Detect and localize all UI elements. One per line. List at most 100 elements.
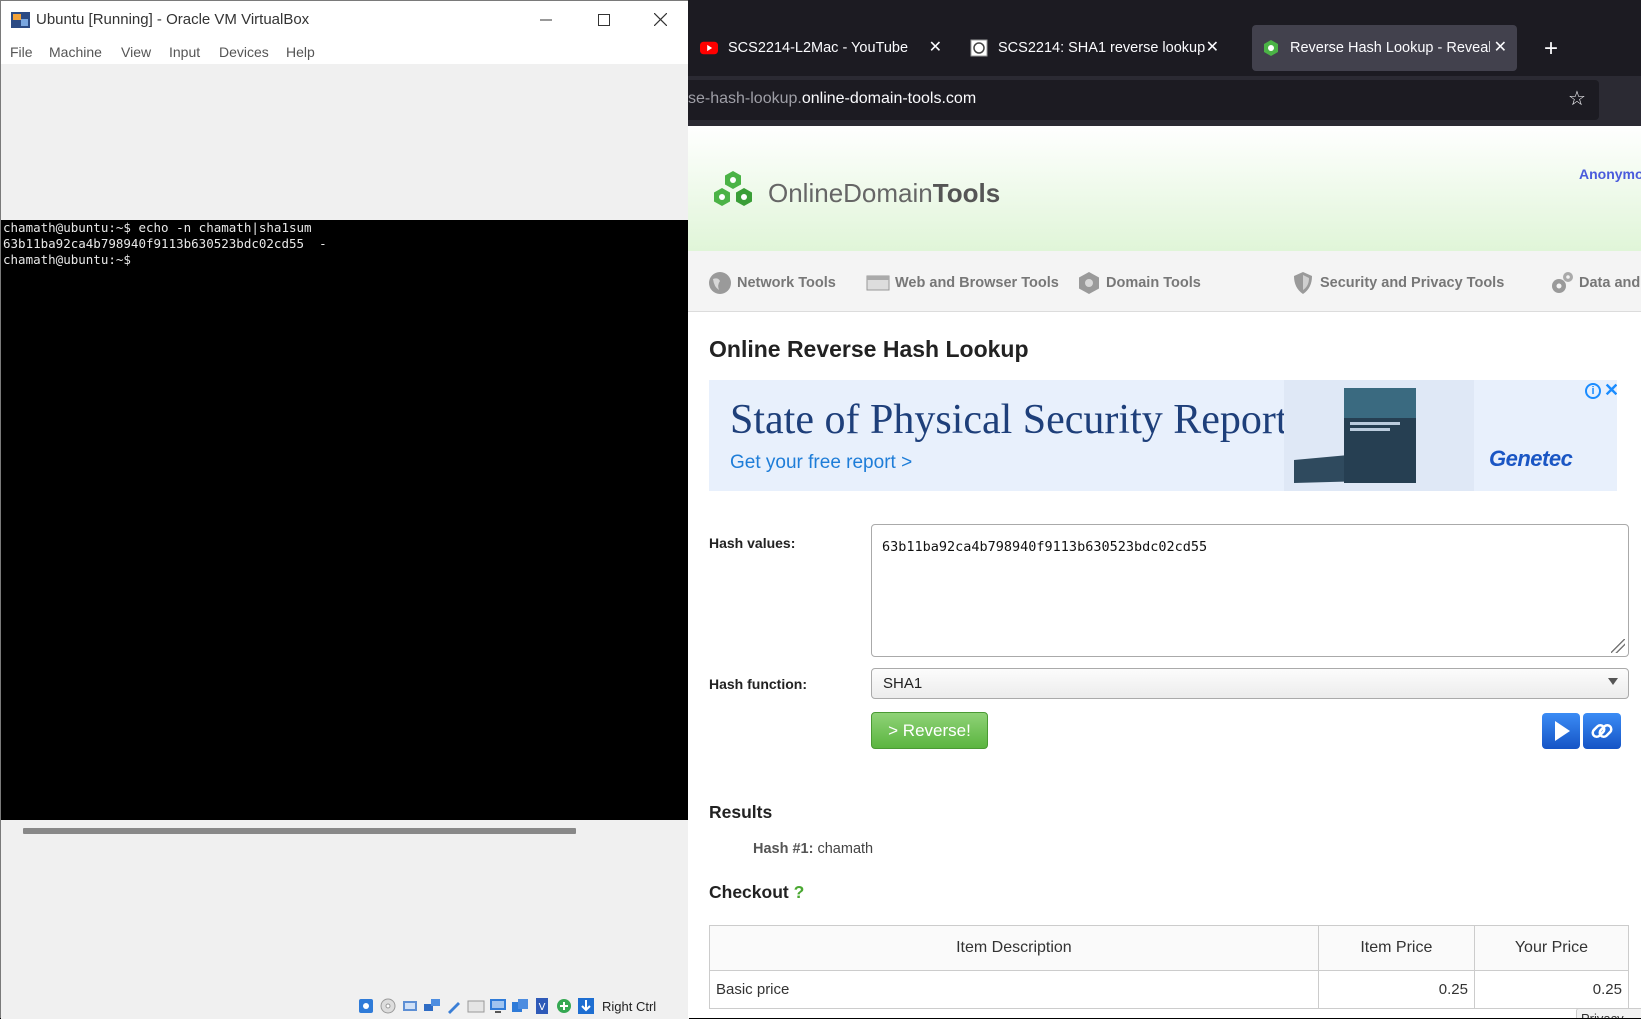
web-page: OnlineDomainTools Anonymo Network Tools … bbox=[688, 126, 1641, 1018]
result-row: Hash #1: chamath bbox=[753, 841, 873, 857]
nav-domain-tools[interactable]: Domain Tools bbox=[1077, 271, 1201, 295]
vm-terminal[interactable]: chamath@ubuntu:~$ echo -n chamath|sha1su… bbox=[1, 220, 689, 820]
minimize-button[interactable] bbox=[517, 1, 575, 38]
play-icon bbox=[1555, 721, 1570, 741]
nav-security-privacy-tools[interactable]: Security and Privacy Tools bbox=[1291, 271, 1504, 295]
nav-web-browser-tools[interactable]: Web and Browser Tools bbox=[866, 271, 1059, 295]
tab-reverse-hash-lookup[interactable]: Reverse Hash Lookup - Reveal p ✕ bbox=[1252, 25, 1517, 71]
site-navigation: Network Tools Web and Browser Tools Doma… bbox=[688, 251, 1641, 312]
menu-input[interactable]: Input bbox=[169, 44, 200, 60]
new-tab-plus-icon[interactable]: + bbox=[1544, 35, 1558, 63]
tab-scs2214-sha1[interactable]: SCS2214: SHA1 reverse lookup ✕ bbox=[966, 25, 1229, 71]
shared-folders-icon[interactable] bbox=[466, 996, 486, 1016]
nav-label: Security and Privacy Tools bbox=[1320, 275, 1505, 291]
keyboard-capture-icon[interactable] bbox=[576, 996, 596, 1016]
checkout-heading: Checkout ? bbox=[709, 882, 804, 903]
column-header-your-price: Your Price bbox=[1473, 925, 1630, 971]
ucsc-icon bbox=[970, 39, 988, 57]
hash-values-text: 63b11ba92ca4b798940f9113b630523bdc02cd55 bbox=[882, 539, 1208, 555]
hash-function-select[interactable]: SHA1 bbox=[871, 668, 1629, 699]
permalink-button[interactable] bbox=[1583, 713, 1621, 749]
hash-values-textarea[interactable]: 63b11ba92ca4b798940f9113b630523bdc02cd55 bbox=[871, 524, 1629, 657]
maximize-icon bbox=[598, 13, 610, 26]
virtualization-icon[interactable]: V bbox=[532, 996, 552, 1016]
audio-icon[interactable] bbox=[400, 996, 420, 1016]
menu-view[interactable]: View bbox=[121, 44, 151, 60]
result-label: Hash #1: bbox=[753, 841, 814, 857]
tab-label: SCS2214: SHA1 reverse lookup bbox=[998, 40, 1206, 56]
page-title: Online Reverse Hash Lookup bbox=[709, 336, 1029, 362]
menu-bar: File Machine View Input Devices Help bbox=[1, 38, 689, 64]
ad-info-icon[interactable]: i bbox=[1585, 383, 1601, 399]
display-icon[interactable] bbox=[488, 996, 508, 1016]
nav-label: Web and Browser Tools bbox=[895, 275, 1059, 291]
column-header-item-price: Item Price bbox=[1317, 925, 1475, 971]
svg-text:V: V bbox=[539, 1002, 546, 1013]
menu-devices[interactable]: Devices bbox=[219, 44, 269, 60]
resize-grip-icon[interactable] bbox=[1611, 639, 1625, 653]
usb-icon[interactable] bbox=[444, 996, 464, 1016]
site-header: OnlineDomainTools Anonymo bbox=[688, 126, 1641, 251]
account-link[interactable]: Anonymo bbox=[1579, 166, 1641, 182]
tab-youtube[interactable]: SCS2214-L2Mac - YouTube ✕ bbox=[690, 25, 952, 71]
menu-file[interactable]: File bbox=[10, 44, 33, 60]
result-value: chamath bbox=[817, 841, 874, 857]
hexagon-icon bbox=[1079, 272, 1099, 294]
logo-part-tools: Tools bbox=[932, 178, 1001, 208]
network-icon[interactable] bbox=[422, 996, 442, 1016]
site-logo-text[interactable]: OnlineDomainTools bbox=[768, 178, 1000, 209]
horizontal-scrollbar[interactable] bbox=[23, 828, 576, 834]
mouse-integration-icon[interactable] bbox=[554, 996, 574, 1016]
tab-close-icon[interactable]: ✕ bbox=[929, 37, 942, 57]
menu-help[interactable]: Help bbox=[286, 44, 315, 60]
link-icon bbox=[1591, 723, 1613, 739]
advertisement-banner[interactable]: State of Physical Security Report Get yo… bbox=[709, 380, 1617, 491]
nav-data-tools[interactable]: Data and bbox=[1550, 271, 1640, 295]
column-header-description: Item Description bbox=[709, 925, 1319, 971]
nav-label: Domain Tools bbox=[1106, 275, 1201, 291]
optical-drive-icon[interactable] bbox=[378, 996, 398, 1016]
status-bar: V Right Ctrl bbox=[356, 995, 656, 1017]
minimize-icon bbox=[540, 19, 552, 20]
url-domain: online-domain-tools.com bbox=[801, 90, 977, 107]
checkout-title: Checkout bbox=[709, 882, 789, 902]
tab-close-icon[interactable]: ✕ bbox=[1206, 37, 1219, 57]
browser-window-icon bbox=[866, 275, 890, 291]
checkout-table: Item Description Item Price Your Price B… bbox=[709, 925, 1630, 1009]
url-subdomain: se-hash-lookup. bbox=[688, 90, 802, 107]
bookmark-star-icon[interactable]: ☆ bbox=[1568, 86, 1586, 111]
dropdown-arrow-icon bbox=[1608, 678, 1618, 685]
host-key-label: Right Ctrl bbox=[602, 998, 657, 1014]
hash-function-label: Hash function: bbox=[709, 676, 807, 692]
window-title: Ubuntu [Running] - Oracle VM VirtualBox bbox=[36, 11, 310, 28]
terminal-line: chamath@ubuntu:~$ echo -n chamath|sha1su… bbox=[3, 220, 312, 235]
gears-icon bbox=[1552, 272, 1573, 293]
run-button[interactable] bbox=[1542, 713, 1580, 749]
recording-icon[interactable] bbox=[510, 996, 530, 1016]
cell-description: Basic price bbox=[709, 970, 1319, 1009]
results-heading: Results bbox=[709, 802, 773, 822]
checkout-help-icon[interactable]: ? bbox=[794, 882, 805, 902]
table-row: Basic price 0.25 0.25 bbox=[709, 970, 1630, 1009]
browser-window: SCS2214-L2Mac - YouTube ✕ SCS2214: SHA1 … bbox=[688, 0, 1641, 1018]
tab-close-icon[interactable]: ✕ bbox=[1494, 37, 1507, 57]
nav-network-tools[interactable]: Network Tools bbox=[708, 271, 836, 295]
ad-brand-logo: Genetec bbox=[1489, 446, 1573, 471]
hash-values-label: Hash values: bbox=[709, 535, 796, 551]
close-icon bbox=[653, 13, 667, 26]
privacy-badge[interactable]: Privacy bbox=[1576, 1008, 1641, 1018]
ad-close-icon[interactable]: ✕ bbox=[1604, 380, 1617, 401]
nav-label: Network Tools bbox=[737, 275, 836, 291]
maximize-button[interactable] bbox=[575, 1, 633, 38]
url-text: se-hash-lookup.online-domain-tools.com bbox=[688, 90, 976, 108]
close-button[interactable] bbox=[631, 1, 689, 38]
globe-icon bbox=[709, 272, 731, 294]
reverse-button[interactable]: > Reverse! bbox=[871, 712, 988, 749]
ad-cta-link[interactable]: Get your free report > bbox=[730, 452, 912, 474]
title-bar[interactable]: Ubuntu [Running] - Oracle VM VirtualBox bbox=[1, 1, 689, 38]
menu-machine[interactable]: Machine bbox=[49, 44, 102, 60]
url-bar[interactable]: se-hash-lookup.online-domain-tools.com bbox=[688, 80, 1599, 120]
tab-label: Reverse Hash Lookup - Reveal p bbox=[1290, 40, 1490, 56]
odt-logo-icon[interactable] bbox=[708, 170, 758, 214]
hard-disk-icon[interactable] bbox=[356, 996, 376, 1016]
